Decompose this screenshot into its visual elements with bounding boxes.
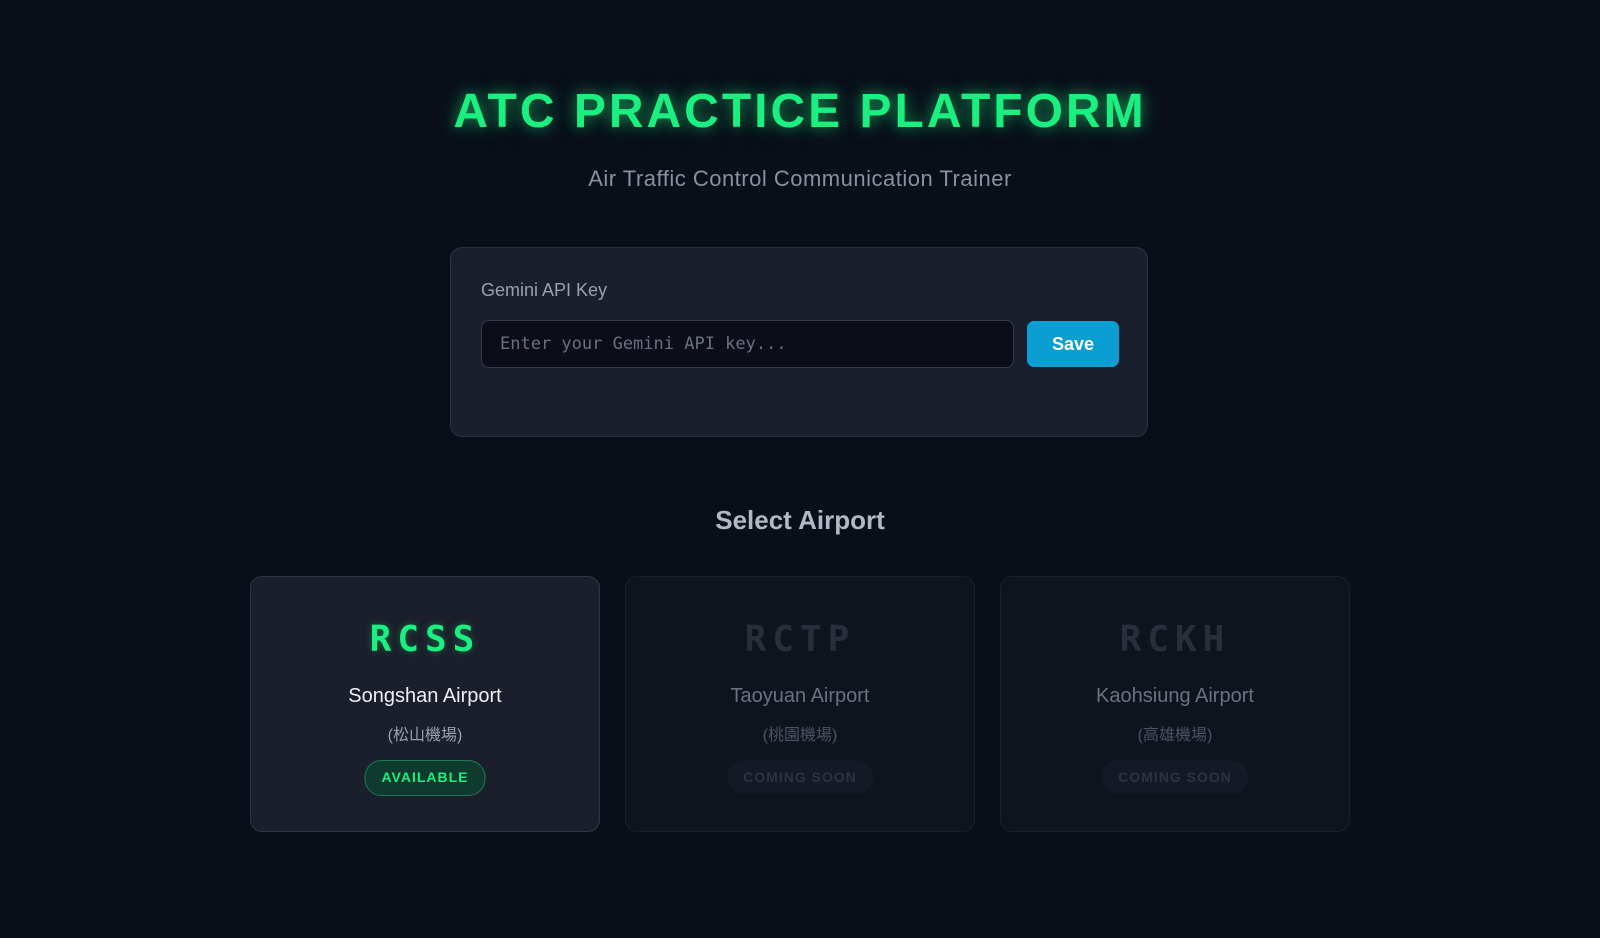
status-badge: COMING SOON — [1102, 760, 1248, 794]
api-key-input[interactable] — [481, 320, 1014, 368]
page-title: ATC PRACTICE PLATFORM — [453, 85, 1147, 138]
airport-local-name: (松山機場) — [387, 727, 463, 744]
save-button[interactable]: Save — [1027, 321, 1119, 367]
status-badge: AVAILABLE — [364, 760, 486, 796]
airport-card-rctp: RCTP Taoyuan Airport (桃園機場) COMING SOON — [625, 576, 975, 832]
airport-code: RCSS — [369, 619, 481, 660]
airport-name: Taoyuan Airport — [730, 685, 870, 707]
api-key-panel: Gemini API Key Save — [450, 247, 1148, 437]
airport-name: Songshan Airport — [348, 685, 502, 707]
airport-local-name: (高雄機場) — [1137, 727, 1213, 744]
page-subtitle: Air Traffic Control Communication Traine… — [588, 166, 1012, 191]
airport-card-rcss[interactable]: RCSS Songshan Airport (松山機場) AVAILABLE — [250, 576, 600, 832]
status-badge: COMING SOON — [727, 760, 873, 794]
api-key-label: Gemini API Key — [481, 280, 608, 300]
app-root: ATC PRACTICE PLATFORM Air Traffic Contro… — [0, 0, 1600, 938]
airport-code: RCKH — [1119, 619, 1231, 660]
airport-card-rckh: RCKH Kaohsiung Airport (高雄機場) COMING SOO… — [1000, 576, 1350, 832]
airport-code: RCTP — [744, 619, 856, 660]
select-airport-heading: Select Airport — [715, 505, 885, 535]
airport-name: Kaohsiung Airport — [1096, 685, 1254, 707]
airport-local-name: (桃園機場) — [762, 727, 838, 744]
